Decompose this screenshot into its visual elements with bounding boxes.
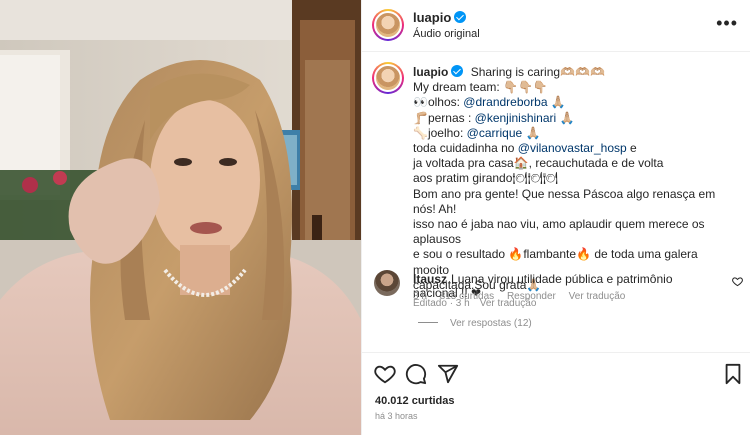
mention-link[interactable]: @kenjinishinari [475,111,557,125]
comment-translate-link[interactable]: Ver tradução [569,291,626,302]
share-icon[interactable] [437,363,459,385]
comment-time: 3 h [413,291,427,302]
caption-line: isso nao é jaba nao viu, amo aplaudir qu… [413,217,705,247]
caption-line: toda cuidadinha no @vilanovastar_hosp e [413,141,637,156]
caption-line: 🦵🏼pernas : @kenjinishinari 🙏🏼 [413,110,575,125]
caption-line: ja voltada pra casa🏠, recauchutada e de … [413,156,664,171]
caption-username[interactable]: luapio [413,65,464,79]
verified-badge-icon [454,11,467,23]
caption-line: 👀olhos: @drandreborba 🙏🏼 [413,95,566,110]
verified-badge-icon [451,65,464,77]
reply-button[interactable]: Responder [507,291,556,302]
author-avatar[interactable] [372,9,404,41]
bookmark-icon[interactable] [722,363,744,385]
caption-line: 🦴joelho: @carrique 🙏🏼 [413,125,541,140]
post-video[interactable] [0,0,361,435]
mention-link[interactable]: @drandreborba [463,95,547,109]
username-text[interactable]: luapio [413,10,451,25]
action-bar [362,352,750,392]
heart-icon[interactable] [374,363,396,385]
more-options-icon[interactable]: ••• [716,14,738,32]
commenter-username[interactable]: ltausz [413,272,447,286]
comment-meta: 3 h 815 curtidas Responder Ver tradução [413,291,635,302]
view-replies-button[interactable]: Ver respostas (12) [418,318,532,329]
comment-like-heart-icon[interactable] [732,276,743,290]
caption-avatar[interactable] [372,62,404,94]
author-username-header[interactable]: luapio [413,10,467,25]
post-header: luapio Áudio original ••• [362,0,750,52]
mention-link[interactable]: @carrique [467,126,523,140]
post-panel: luapio Áudio original ••• luapio Sharing… [361,0,750,435]
commenter-avatar[interactable] [374,270,400,296]
caption-line: Sharing is caring🫶🏼🫶🏼🫶🏼 [470,65,605,79]
comment-likes[interactable]: 815 curtidas [440,291,494,302]
caption-line: My dream team: 👇🏼👇🏼👇🏼 [413,80,548,95]
caption-line: aos pratim girando🍽🍽🍽 [413,171,559,186]
post-time[interactable]: há 3 horas [375,411,418,421]
mention-link[interactable]: @vilanovastar_hosp [518,141,627,155]
post-likes-count[interactable]: 40.012 curtidas [375,395,455,407]
replies-divider [418,322,438,323]
caption-line: Bom ano pra gente! Que nessa Páscoa algo… [413,186,716,216]
comment-icon[interactable] [405,363,427,385]
view-replies-label[interactable]: Ver respostas (12) [450,318,532,329]
audio-label[interactable]: Áudio original [413,28,480,40]
video-frame [0,0,361,435]
